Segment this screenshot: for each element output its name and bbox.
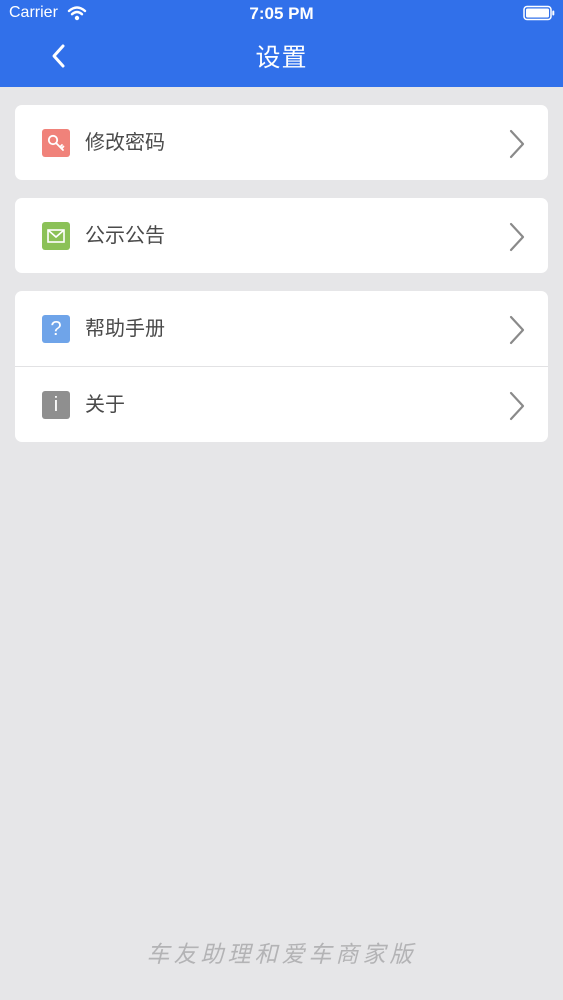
chevron-right-icon [509,391,525,421]
settings-group-account: 修改密码 [15,105,548,180]
app-signature: 车友助理和爱车商家版 [146,942,417,968]
chevron-right-icon [509,222,525,252]
about-label: 关于 [85,392,125,416]
chevron-right-icon [509,315,525,345]
announcements-row[interactable]: 公示公告 [15,198,548,273]
chevron-right-icon [509,129,525,159]
change-password-row[interactable]: 修改密码 [15,105,548,180]
battery-icon [523,5,555,21]
key-icon [42,129,70,157]
page-title: 设置 [255,43,308,72]
status-bar: Carrier 7:05 PM [0,0,563,28]
help-manual-row[interactable]: ? 帮助手册 [15,291,548,366]
status-time: 7:05 PM [249,4,314,23]
change-password-label: 修改密码 [85,130,165,154]
announcements-label: 公示公告 [85,223,165,247]
question-icon: ? [42,315,70,343]
settings-group-announcements: 公示公告 [15,198,548,273]
settings-group-help: ? 帮助手册 i 关于 [15,291,548,442]
about-row[interactable]: i 关于 [15,366,548,442]
top-bar: Carrier 7:05 PM 设置 [0,0,563,87]
navigation-bar: 设置 [0,28,563,87]
info-icon: i [42,391,70,419]
mail-icon [42,222,70,250]
help-manual-label: 帮助手册 [85,316,165,340]
